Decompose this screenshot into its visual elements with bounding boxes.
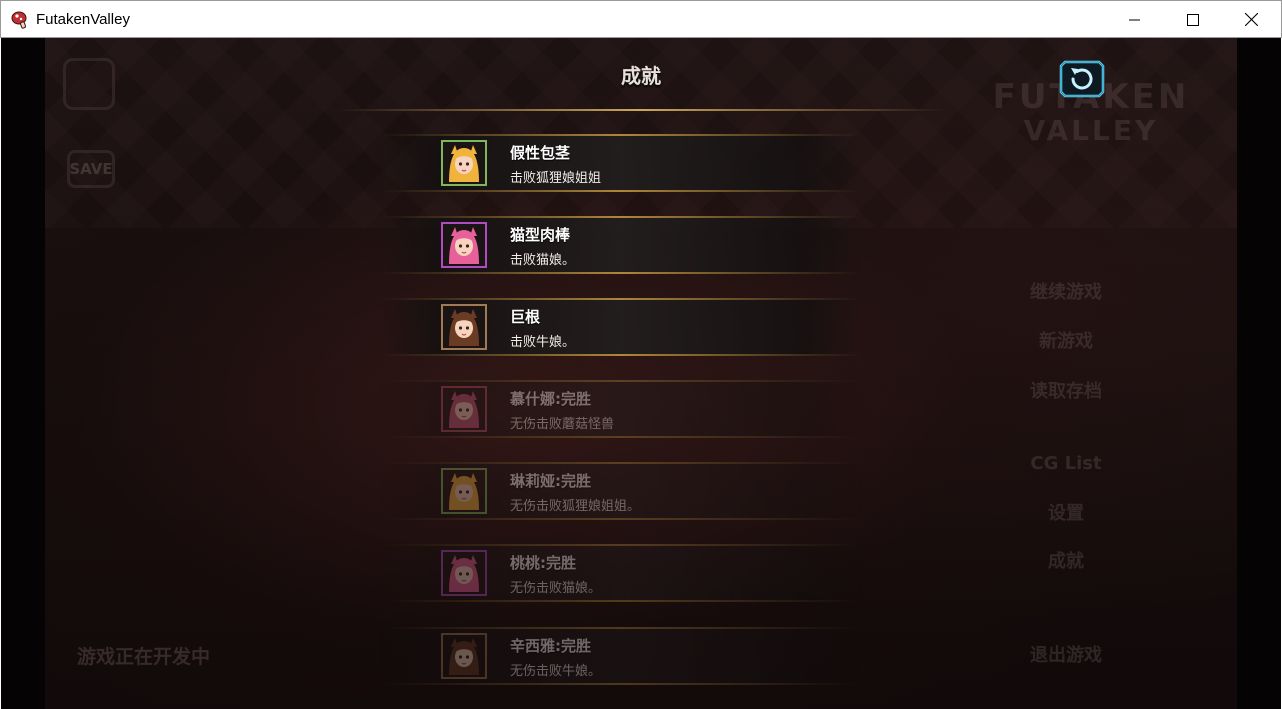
- dev-notice: 游戏正在开发中: [77, 646, 211, 668]
- achievement-item: 猫型肉棒 击败猫娘。: [381, 216, 861, 274]
- menu-achievements: 成就: [1048, 551, 1084, 572]
- menu-load: 读取存档: [1030, 381, 1102, 402]
- close-button[interactable]: [1222, 1, 1280, 38]
- achievement-portrait: [441, 304, 487, 350]
- app-window: FutakenValley SAVE 游戏正在开发中 FUTAKEN VALLE…: [0, 0, 1282, 709]
- minimize-button[interactable]: [1106, 1, 1164, 38]
- maximize-icon: [1187, 13, 1199, 26]
- achievement-item: 假性包茎击败狐狸娘姐姐: [381, 134, 861, 192]
- achievement-description: 无伤击败牛娘。: [510, 664, 602, 679]
- achievement-item: 琳莉娅:完胜无伤击败狐狸娘姐姐。: [381, 462, 861, 520]
- menu-continue: 继续游戏: [1030, 282, 1102, 303]
- back-button[interactable]: [1057, 56, 1107, 102]
- maximize-button[interactable]: [1164, 1, 1222, 38]
- letterbox-left: [1, 38, 45, 709]
- close-icon: [1244, 13, 1258, 26]
- achievement-item: 辛西雅:完胜 无伤击败牛娘。: [381, 627, 861, 685]
- achievement-description: 击败猫娘。: [510, 253, 576, 268]
- menu-settings: 设置: [1048, 503, 1084, 524]
- mushroom-app-icon: [10, 10, 30, 30]
- achievement-name: 巨根: [510, 308, 541, 326]
- logo-line2: VALLEY: [1023, 114, 1159, 147]
- achievement-description: 无伤击败猫娘。: [510, 581, 602, 596]
- menu-new-game: 新游戏: [1039, 331, 1093, 352]
- menu-quit: 退出游戏: [1030, 645, 1102, 666]
- achievement-description: 无伤击败狐狸娘姐姐。: [510, 499, 641, 514]
- achievement-portrait: [441, 633, 487, 679]
- achievement-portrait: [441, 386, 487, 432]
- title-bar[interactable]: FutakenValley: [0, 0, 1282, 38]
- screen-title: 成就: [621, 64, 661, 88]
- achievement-item: 慕什娜:完胜无伤击败蘑菇怪兽: [381, 380, 861, 438]
- achievement-name: 慕什娜:完胜: [510, 390, 591, 408]
- letterbox-right: [1237, 38, 1281, 709]
- achievement-portrait: [441, 222, 487, 268]
- achievement-name: 猫型肉棒: [510, 226, 571, 244]
- game-viewport: SAVE 游戏正在开发中 FUTAKEN VALLEY 继续游戏 新游戏 读取存…: [1, 38, 1281, 709]
- achievement-list[interactable]: 假性包茎击败狐狸娘姐姐 猫型肉棒击败猫娘。巨根击败牛娘。慕什娜:完胜无伤击败蘑菇怪…: [381, 134, 861, 709]
- achievement-name: 桃桃:完胜: [510, 554, 576, 572]
- achievement-portrait: [441, 140, 487, 186]
- gamepad-icon: [63, 58, 115, 110]
- achievement-item: 桃桃:完胜无伤击败猫娘。: [381, 544, 861, 602]
- achievement-item: 巨根 击败牛娘。: [381, 298, 861, 356]
- achievement-portrait: [441, 550, 487, 596]
- achievement-description: 击败狐狸娘姐姐: [510, 171, 602, 186]
- achievement-description: 无伤击败蘑菇怪兽: [510, 417, 615, 432]
- title-divider: [336, 109, 946, 111]
- minimize-icon: [1129, 19, 1140, 20]
- achievement-name: 辛西雅:完胜: [510, 637, 591, 655]
- achievement-name: 假性包茎: [510, 144, 571, 162]
- save-icon: SAVE: [67, 150, 115, 188]
- refresh-back-icon: [1059, 60, 1105, 98]
- achievement-portrait: [441, 468, 487, 514]
- window-title: FutakenValley: [36, 11, 130, 28]
- achievement-description: 击败牛娘。: [510, 335, 576, 350]
- achievement-name: 琳莉娅:完胜: [510, 472, 591, 490]
- menu-cg-list: CG List: [1030, 453, 1102, 474]
